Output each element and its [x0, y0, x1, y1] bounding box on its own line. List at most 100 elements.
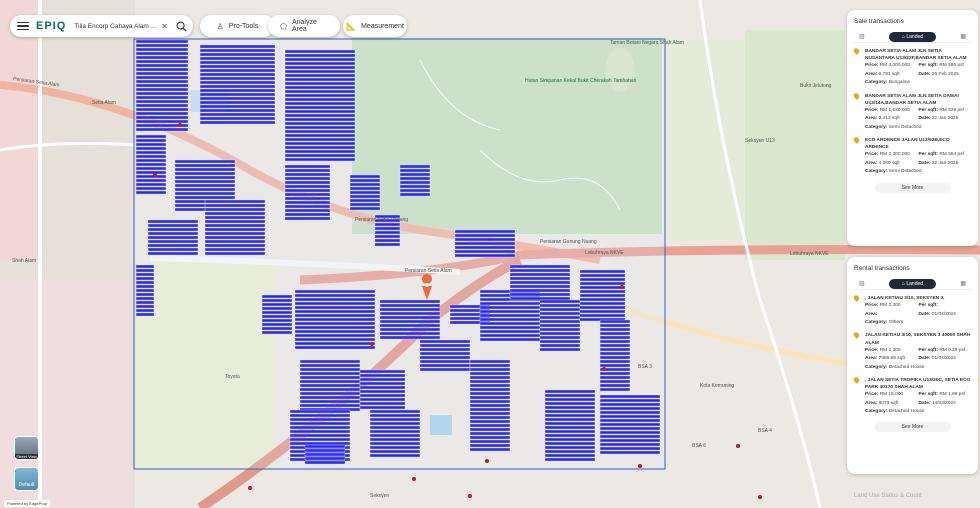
place-label: Seksyen	[370, 493, 389, 499]
property-type-filter: ▥ ⌂ Landed ▦	[853, 278, 972, 290]
panel-title: Sale transactions	[854, 18, 904, 25]
place-label: BSA 3	[638, 364, 652, 370]
map-canvas[interactable]: Persiaran Setia Alam Persiaran Setia Ala…	[0, 0, 980, 508]
grid-icon[interactable]: ▥	[859, 280, 865, 287]
area-value: 6,781 sqft	[878, 71, 900, 77]
measurement-label: Measurement	[361, 22, 404, 30]
transaction-item[interactable]: BANDAR SETIA ALAM JLN SETIA DAMAI U13/14…	[847, 88, 978, 133]
transaction-address: ECO ARDENCE JALAN U13/52B,ECO ARDENCE	[865, 138, 950, 151]
price-value: RM 2,300,000	[879, 152, 910, 158]
map-pin-icon	[852, 294, 861, 302]
area-value: 4,080 sqft	[878, 160, 900, 166]
place-label: Kota Kemuning	[700, 383, 734, 389]
landed-filter-button[interactable]: ⌂ Landed	[888, 31, 937, 42]
map-layer: Persiaran Setia Alam Persiaran Setia Ala…	[0, 0, 980, 508]
road-label: Persiaran Gunung Nuang	[540, 239, 597, 245]
transaction-item[interactable]: , JALAN SETIA TROPIKA U13/20C, SETIA ECO…	[847, 372, 978, 417]
highway-label: Lebuhraya NKVE	[585, 250, 624, 256]
polygon-icon: ⬠	[280, 21, 287, 31]
sale-transactions-panel: Sale transactions ▥ ⌂ Landed ▦ BANDAR SE…	[847, 10, 978, 246]
search-icon[interactable]	[176, 21, 187, 32]
place-label: BSA 6	[692, 443, 706, 449]
psf-value: RM 590 psf	[939, 63, 964, 69]
date-value: 01/04/2024	[931, 311, 956, 317]
area-value: 8073 sqft	[878, 400, 899, 406]
date-value: 22 Jan 2025	[931, 116, 959, 122]
park-label: Taman Botani Negara Shah Alam	[610, 40, 684, 46]
price-value: RM 4,000,000	[879, 63, 910, 69]
transaction-item[interactable]: JALAN KETIAU 3/10, SEKSYEN 3 40000 SHAH …	[847, 327, 978, 372]
transaction-item[interactable]: BANDAR SETIA ALAM JLN SETIA NUSANTARA U1…	[847, 43, 978, 88]
property-type-filter: ▥ ⌂ Landed ▦	[853, 31, 972, 43]
land-use-title[interactable]: Land Use Status & Count	[854, 493, 922, 499]
price-value: RM 2,300	[879, 347, 901, 353]
date-value: 01/04/2024	[931, 356, 956, 362]
building-icon[interactable]: ▦	[960, 280, 966, 287]
psf-value: RM 1.86 psf	[939, 392, 966, 398]
date-value: 22 Jan 2025	[931, 160, 959, 166]
powered-by-label: Powered by EdgeProp	[4, 500, 51, 507]
price-value: RM 15,000	[879, 392, 904, 398]
place-label: BSA 4	[758, 428, 772, 434]
search-bar: EPIQ Tilia Encorp Cahaya Alam Sha... ✕	[10, 15, 193, 37]
building-icon[interactable]: ▦	[960, 33, 966, 40]
transaction-item[interactable]: , JALAN KETIAU 3/10, SEKSYEN 3, Price: R…	[847, 290, 978, 327]
place-label: Shah Alam	[12, 258, 36, 264]
transaction-address: , JALAN KETIAU 3/10, SEKSYEN 3,	[865, 296, 945, 301]
rental-transactions-panel: Rental transactions ▥ ⌂ Landed ▦ , JALAN…	[847, 257, 978, 474]
category-value: Detached House	[888, 364, 925, 370]
person-icon: ♙	[216, 21, 224, 31]
transaction-item[interactable]: ECO ARDENCE JALAN U13/52B,ECO ARDENCE Pr…	[847, 132, 978, 177]
psf-value: RM 564 psf	[939, 152, 964, 158]
road-label: Persiaran Setia Alam	[405, 268, 452, 274]
pro-tools-label: Pro-Tools	[228, 22, 259, 30]
psf-value: RM 0.29 psf	[939, 347, 966, 353]
place-label: Bukit Jelutong	[800, 83, 832, 89]
analyze-area-label: Analyze Area	[291, 19, 317, 33]
street-view-layer-button[interactable]: Street View	[14, 436, 39, 460]
category-value: Bungalow	[888, 80, 910, 86]
place-label: Toyota	[225, 374, 240, 380]
analyze-area-button[interactable]: ⬠ Analyze Area	[268, 15, 340, 37]
layer-label: Default	[18, 482, 35, 488]
map-pin-icon	[852, 376, 861, 384]
location-input[interactable]: Tilia Encorp Cahaya Alam Sha...	[74, 23, 158, 30]
place-label: Setia Alam	[92, 100, 116, 106]
landed-filter-button[interactable]: ⌂ Landed	[888, 278, 937, 289]
price-value: RM 2,300	[879, 303, 901, 309]
transaction-address: BANDAR SETIA ALAM JLN SETIA DAMAI U13/14…	[865, 93, 959, 106]
map-pin-icon	[852, 331, 861, 340]
brand-logo: EPIQ	[36, 20, 67, 32]
map-pin-icon	[852, 136, 861, 144]
pro-tools-button[interactable]: ♙ Pro-Tools	[200, 15, 275, 37]
psf-value: RM 529 psf	[939, 107, 964, 113]
transaction-address: , JALAN SETIA TROPIKA U13/20C, SETIA ECO…	[865, 377, 971, 391]
close-icon[interactable]: ✕	[161, 22, 168, 31]
transaction-address: BANDAR SETIA ALAM JLN SETIA NUSANTARA U1…	[865, 49, 967, 62]
category-value: Semi Detached	[888, 169, 922, 175]
default-layer-button[interactable]: Default	[14, 467, 39, 491]
layer-label: Street View	[15, 454, 38, 459]
grid-icon[interactable]: ▥	[859, 33, 865, 40]
category-value: Detached House	[888, 409, 925, 415]
see-more-button[interactable]: See More	[874, 422, 951, 433]
category-value: Semi Detached	[888, 124, 922, 130]
forest-label: Hutan Simpanan Kekal Bukit Cherakah Tamb…	[525, 78, 637, 84]
place-label: Seksyen U13	[745, 138, 775, 144]
ruler-icon: 📐	[346, 21, 357, 31]
highway-label: Lebuhraya NKVE	[790, 251, 829, 257]
transaction-address: JALAN KETIAU 3/10, SEKSYEN 3 40000 SHAH …	[865, 333, 971, 346]
measurement-button[interactable]: 📐 Measurement	[343, 15, 407, 37]
area-value: 3,412 sqft	[878, 116, 900, 122]
road-label: Persiaran Setia Dagang	[355, 217, 408, 223]
date-value: 14/03/2024	[931, 400, 956, 406]
see-more-button[interactable]: See More	[874, 182, 951, 193]
menu-icon[interactable]	[16, 19, 30, 33]
price-value: RM 1,630,000	[879, 107, 910, 113]
area-value: 7866.69 sqft	[878, 356, 906, 362]
panel-title: Rental transactions	[854, 265, 910, 272]
map-pin-icon	[852, 91, 861, 100]
category-value: Others	[888, 319, 904, 325]
date-value: 25 Feb 2025	[931, 71, 959, 77]
map-pin-icon	[852, 47, 861, 55]
